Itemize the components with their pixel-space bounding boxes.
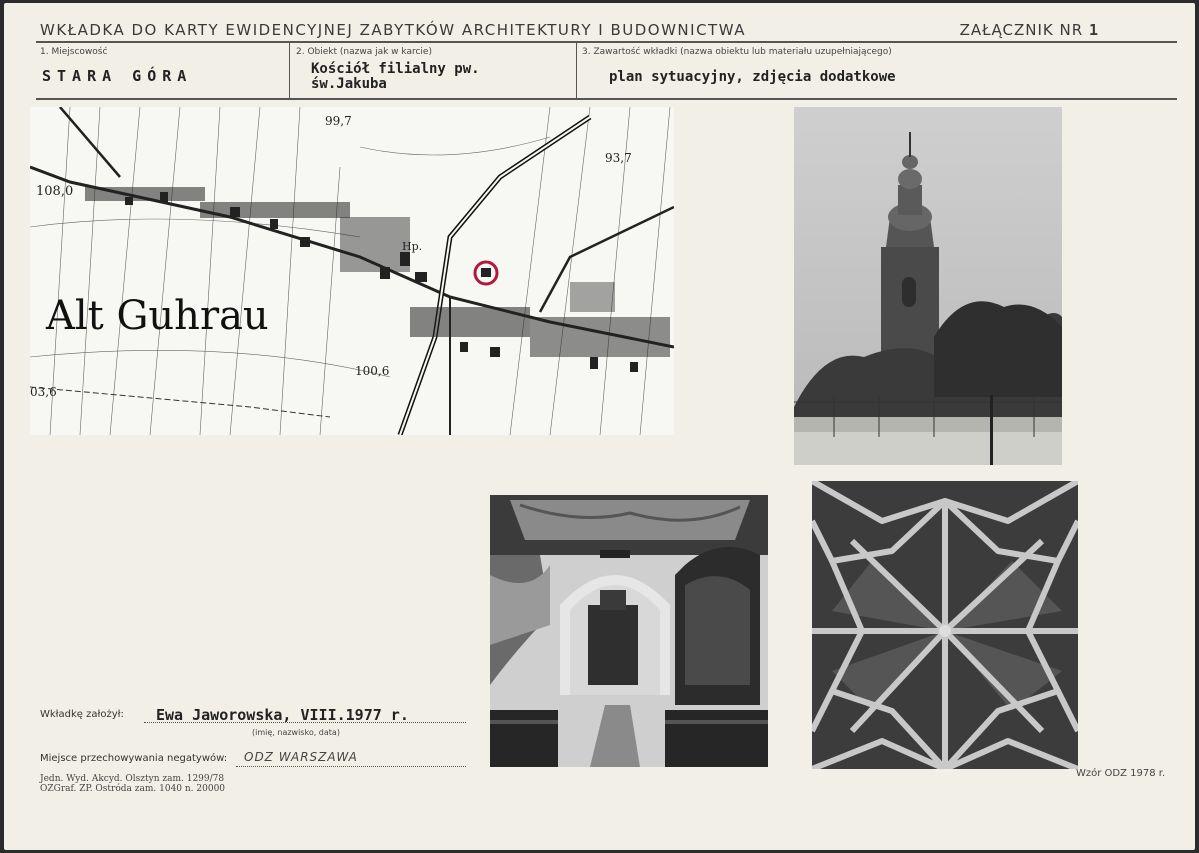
field-divider-2 [576, 43, 577, 98]
place-label: 1. Miejscowość [40, 47, 108, 57]
storage-value: ODZ WARSZAWA [244, 750, 358, 764]
content-value: plan sytuacyjny, zdjęcia dodatkowe [609, 69, 896, 85]
storage-dotted-line [236, 766, 466, 767]
founder-hint: (imię, nazwisko, data) [252, 728, 340, 737]
svg-text:Hp.: Hp. [402, 240, 422, 253]
object-label: 2. Obiekt (nazwa jak w karcie) [296, 47, 432, 57]
star-vault-photo [812, 481, 1078, 769]
card-header-title: WKŁADKA DO KARTY EWIDENCYJNEJ ZABYTKÓW A… [40, 21, 746, 39]
svg-text:108,0: 108,0 [36, 184, 73, 199]
place-value: STARA GÓRA [42, 67, 193, 85]
header-rule-bottom [36, 98, 1177, 100]
attachment-number: ZAŁĄCZNIK NR 1 [959, 21, 1099, 39]
map-drawing: 108,0 99,7 93,7 100,6 03,6 Hp. Alt Guhra… [30, 107, 674, 435]
header-rule-top [36, 41, 1177, 43]
site-plan-map: 108,0 99,7 93,7 100,6 03,6 Hp. Alt Guhra… [30, 107, 674, 435]
map-town-label: Alt Guhrau [45, 293, 269, 339]
template-label: Wzór ODZ 1978 r. [1076, 768, 1166, 779]
church-interior-photo [490, 495, 768, 767]
svg-text:100,6: 100,6 [355, 364, 389, 378]
church-tower-photo [794, 107, 1062, 465]
founder-label: Wkładkę założył: [40, 709, 124, 720]
svg-text:93,7: 93,7 [605, 151, 632, 165]
storage-label: Miejsce przechowywania negatywów: [40, 753, 228, 764]
founder-dotted-line [144, 722, 466, 723]
inventory-card: WKŁADKA DO KARTY EWIDENCYJNEJ ZABYTKÓW A… [4, 3, 1195, 850]
content-label: 3. Zawartość wkładki (nazwa obiektu lub … [582, 47, 892, 57]
field-divider-1 [289, 43, 290, 98]
object-value: Kościół filialny pw. św.Jakuba [311, 61, 480, 92]
printer-info: Jedn. Wyd. Akcyd. Olsztyn zam. 1299/78 O… [40, 774, 226, 794]
svg-text:99,7: 99,7 [325, 114, 352, 128]
